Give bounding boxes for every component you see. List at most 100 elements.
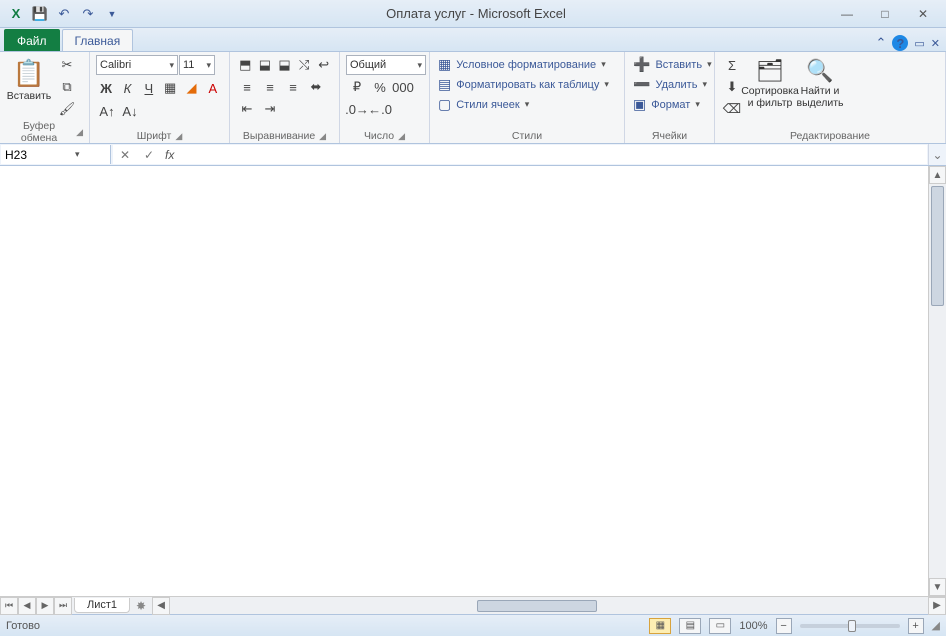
enter-formula-icon[interactable]: ✓	[137, 148, 161, 162]
autosum-icon[interactable]: Σ	[721, 55, 743, 75]
indent-decrease-icon[interactable]: ⇤	[236, 99, 258, 119]
sheet-nav-prev-icon[interactable]: ◀	[18, 597, 36, 615]
orientation-icon[interactable]: ⤭	[295, 55, 314, 75]
align-launcher-icon[interactable]: ◢	[319, 131, 326, 142]
new-sheet-icon[interactable]: ✸	[130, 599, 152, 613]
sort-filter-button[interactable]: 🗂 Сортировка и фильтр	[747, 55, 793, 129]
fx-icon[interactable]: fx	[161, 148, 178, 162]
name-box-input[interactable]	[5, 148, 75, 162]
resize-grip-icon[interactable]: ◢	[932, 619, 940, 632]
align-left-icon[interactable]: ≡	[236, 77, 258, 97]
scroll-down-icon[interactable]: ▼	[929, 578, 946, 596]
format-as-table-button[interactable]: ▤Форматировать как таблицу▾	[436, 75, 618, 94]
paste-button[interactable]: 📋 Вставить	[6, 55, 52, 119]
merge-icon[interactable]: ⬌	[305, 77, 327, 97]
fill-icon[interactable]: ⬇	[721, 77, 743, 97]
save-icon[interactable]: 💾	[30, 4, 50, 24]
formula-input[interactable]	[178, 148, 927, 162]
align-bottom-icon[interactable]: ⬓	[275, 55, 294, 75]
group-alignment: ⬒ ⬓ ⬓ ⤭ ↩ ≡ ≡ ≡ ⬌ ⇤ ⇥ Выравнивание◢	[230, 52, 340, 143]
comma-icon[interactable]: 000	[392, 77, 414, 97]
insert-cells-button[interactable]: ➕Вставить▾	[631, 55, 708, 74]
minimize-ribbon-icon[interactable]: ⌃	[875, 35, 886, 51]
zoom-in-icon[interactable]: +	[908, 618, 924, 634]
vertical-scrollbar[interactable]: ▲ ▼	[928, 166, 946, 596]
vscroll-thumb[interactable]	[931, 186, 944, 306]
tab-Главная[interactable]: Главная	[62, 29, 134, 51]
shrink-font-icon[interactable]: A↓	[119, 101, 141, 121]
name-box[interactable]: ▾	[1, 145, 111, 164]
window-close-inner-icon[interactable]: ✕	[931, 37, 940, 50]
worksheet-grid[interactable]: ▲ ▼	[0, 166, 946, 596]
font-color-button[interactable]: A	[203, 78, 223, 98]
currency-icon[interactable]: ₽	[346, 77, 368, 97]
help-icon[interactable]: ?	[892, 35, 908, 51]
group-font: Calibri▾ 11▾ Ж К Ч ▦ ◢ A A↑ A↓ Шрифт◢	[90, 52, 230, 143]
align-right-icon[interactable]: ≡	[282, 77, 304, 97]
clipboard-launcher-icon[interactable]: ◢	[76, 127, 83, 138]
expand-formula-bar-icon[interactable]: ⌄	[928, 144, 946, 165]
zoom-level[interactable]: 100%	[739, 620, 767, 632]
underline-button[interactable]: Ч	[139, 78, 159, 98]
format-painter-icon[interactable]: 🖌	[56, 99, 78, 119]
sort-icon: 🗂	[756, 58, 784, 84]
cond-format-icon: ▦	[438, 56, 451, 73]
fill-color-button[interactable]: ◢	[181, 78, 201, 98]
copy-icon[interactable]: ⧉	[56, 77, 78, 97]
scroll-up-icon[interactable]: ▲	[929, 166, 946, 184]
wrap-text-icon[interactable]: ↩	[314, 55, 333, 75]
zoom-slider[interactable]	[800, 624, 900, 628]
zoom-slider-thumb[interactable]	[848, 620, 856, 632]
find-icon: 🔍	[806, 58, 833, 84]
scroll-right-icon[interactable]: ▶	[928, 597, 946, 615]
ribbon: 📋 Вставить ✂ ⧉ 🖌 Буфер обмена◢ Calibri▾ …	[0, 52, 946, 144]
border-button[interactable]: ▦	[160, 78, 180, 98]
zoom-out-icon[interactable]: −	[776, 618, 792, 634]
cut-icon[interactable]: ✂	[56, 55, 78, 75]
cell-styles-button[interactable]: ▢Стили ячеек▾	[436, 95, 618, 114]
qat-dropdown-icon[interactable]: ▼	[102, 4, 122, 24]
excel-icon[interactable]: X	[6, 4, 26, 24]
view-pagebreak-icon[interactable]: ▭	[709, 618, 731, 634]
window-restore-icon[interactable]: ▭	[914, 37, 924, 50]
scroll-left-icon[interactable]: ◀	[152, 597, 170, 615]
conditional-formatting-button[interactable]: ▦Условное форматирование▾	[436, 55, 618, 74]
tab-file[interactable]: Файл	[4, 29, 60, 51]
decrease-decimal-icon[interactable]: ←.0	[369, 99, 391, 119]
view-layout-icon[interactable]: ▤	[679, 618, 701, 634]
number-format-select[interactable]: Общий▾	[346, 55, 426, 75]
cancel-formula-icon[interactable]: ✕	[113, 148, 137, 162]
align-middle-icon[interactable]: ⬓	[256, 55, 275, 75]
sheet-nav-first-icon[interactable]: ⏮	[0, 597, 18, 615]
redo-icon[interactable]: ↷	[78, 4, 98, 24]
sheet-nav-next-icon[interactable]: ▶	[36, 597, 54, 615]
hscroll-thumb[interactable]	[477, 600, 597, 612]
font-size-select[interactable]: 11▾	[179, 55, 215, 75]
grow-font-icon[interactable]: A↑	[96, 101, 118, 121]
increase-decimal-icon[interactable]: .0→	[346, 99, 368, 119]
maximize-button[interactable]: □	[868, 4, 902, 24]
insert-icon: ➕	[633, 56, 650, 73]
sheet-nav-last-icon[interactable]: ⏭	[54, 597, 72, 615]
sheet-tab[interactable]: Лист1	[74, 598, 130, 613]
format-cells-button[interactable]: ▣Формат▾	[631, 95, 708, 114]
group-number: Общий▾ ₽ % 000 .0→ ←.0 Число◢	[340, 52, 430, 143]
align-center-icon[interactable]: ≡	[259, 77, 281, 97]
close-button[interactable]: ✕	[906, 4, 940, 24]
view-normal-icon[interactable]: ▦	[649, 618, 671, 634]
bold-button[interactable]: Ж	[96, 78, 116, 98]
undo-icon[interactable]: ↶	[54, 4, 74, 24]
horizontal-scrollbar[interactable]	[188, 599, 910, 613]
italic-button[interactable]: К	[117, 78, 137, 98]
name-box-dropdown-icon[interactable]: ▾	[75, 149, 80, 160]
delete-cells-button[interactable]: ➖Удалить▾	[631, 75, 708, 94]
font-launcher-icon[interactable]: ◢	[175, 131, 182, 142]
align-top-icon[interactable]: ⬒	[236, 55, 255, 75]
indent-increase-icon[interactable]: ⇥	[259, 99, 281, 119]
font-name-select[interactable]: Calibri▾	[96, 55, 178, 75]
find-select-button[interactable]: 🔍 Найти и выделить	[797, 55, 843, 129]
clear-icon[interactable]: ⌫	[721, 99, 743, 119]
minimize-button[interactable]: —	[830, 4, 864, 24]
number-launcher-icon[interactable]: ◢	[398, 131, 405, 142]
percent-icon[interactable]: %	[369, 77, 391, 97]
